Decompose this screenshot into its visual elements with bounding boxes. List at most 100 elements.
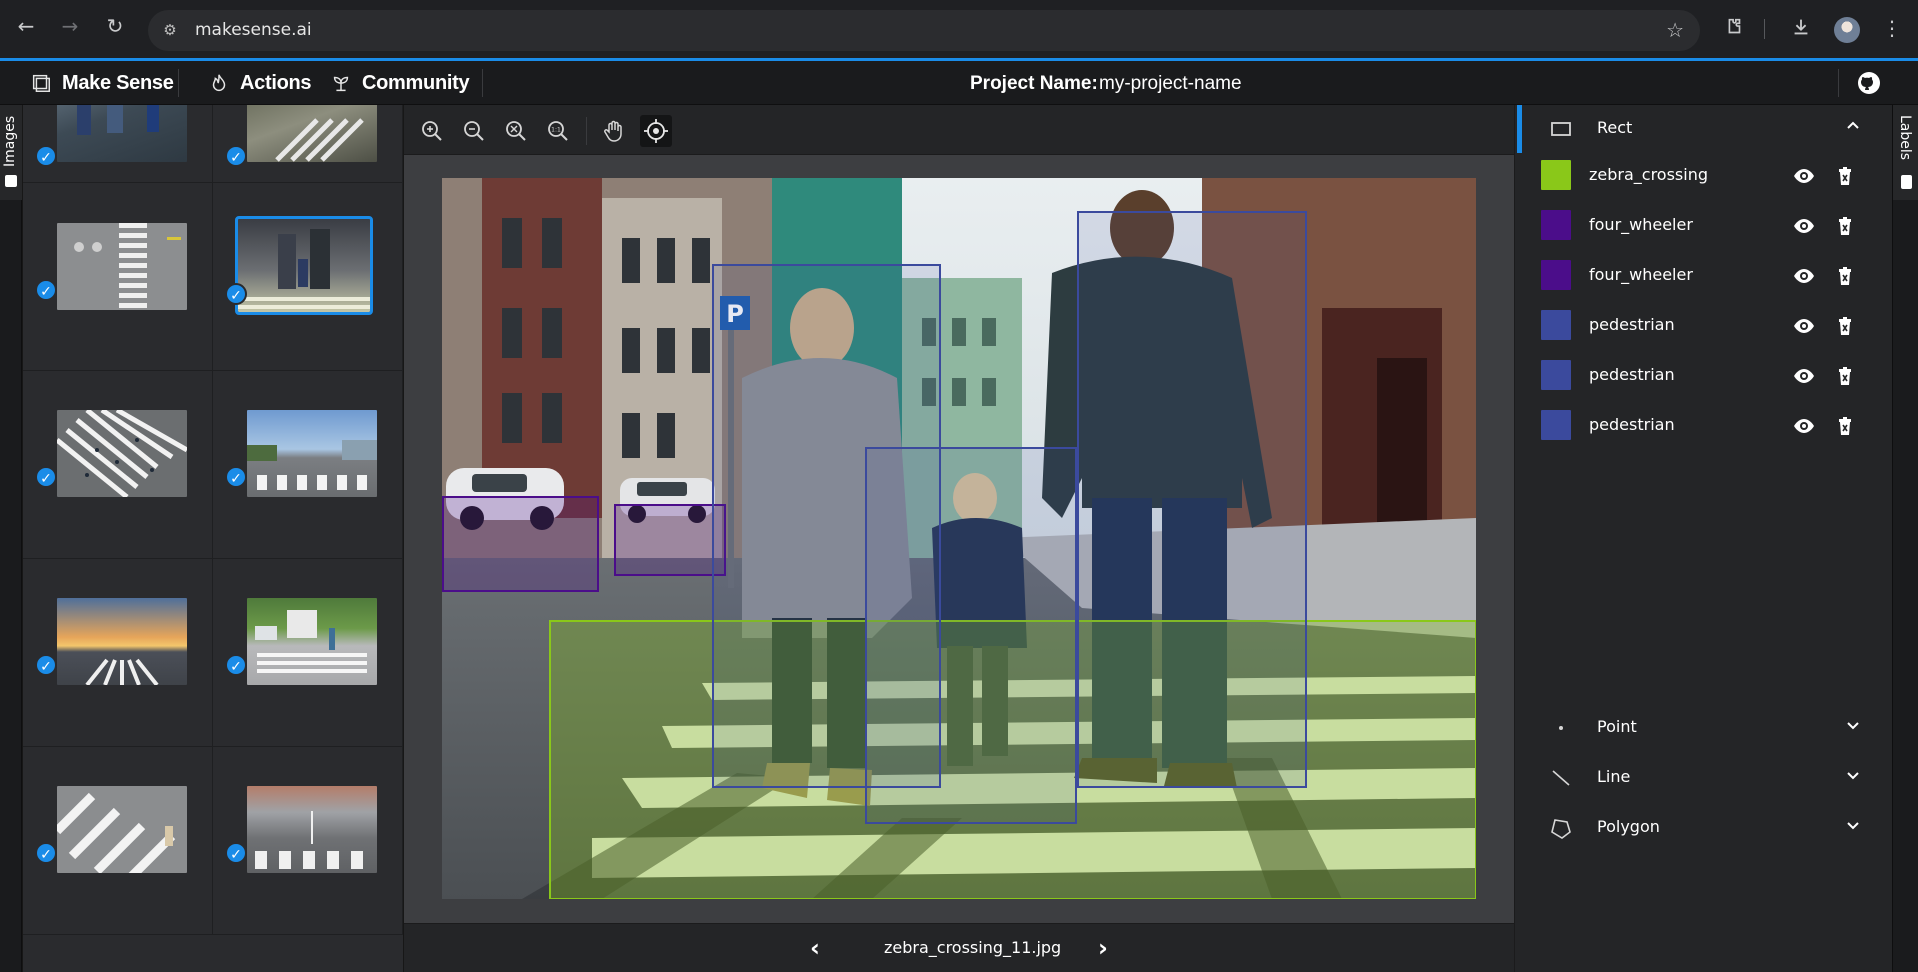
camera-icon	[5, 175, 17, 187]
thumbnail-image[interactable]	[247, 598, 377, 685]
thumbnail-cell[interactable]: ✓	[213, 747, 403, 935]
point-section-header[interactable]: Point	[1515, 704, 1893, 752]
extensions-icon[interactable]	[1722, 16, 1746, 40]
thumbnail-cell[interactable]: ✓	[23, 183, 213, 371]
delete-icon[interactable]	[1833, 414, 1857, 438]
thumbnail-cell[interactable]: ✓	[213, 183, 403, 371]
images-tab-label: Images	[2, 115, 18, 167]
zoom-in-icon[interactable]	[416, 115, 448, 147]
menu-actions[interactable]: Actions	[208, 69, 312, 97]
zoom-out-icon[interactable]	[458, 115, 490, 147]
label-row[interactable]: four_wheeler	[1515, 201, 1893, 251]
delete-icon[interactable]	[1833, 264, 1857, 288]
labels-side-tab: Labels	[1892, 105, 1918, 972]
thumbnail-image[interactable]	[57, 223, 187, 310]
github-icon[interactable]	[1857, 71, 1881, 95]
annotated-check-icon: ✓	[225, 145, 247, 167]
more-menu-icon[interactable]: ⋮	[1880, 16, 1904, 40]
eye-icon[interactable]	[1792, 414, 1816, 438]
bookmark-star-icon[interactable]: ☆	[1666, 18, 1684, 42]
label-row[interactable]: four_wheeler	[1515, 251, 1893, 301]
label-color-swatch[interactable]	[1541, 160, 1571, 190]
delete-icon[interactable]	[1833, 364, 1857, 388]
editor-toolbar: 1:1	[404, 105, 1514, 155]
reload-icon[interactable]: ↻	[103, 14, 127, 38]
delete-icon[interactable]	[1833, 314, 1857, 338]
menu-actions-label: Actions	[240, 71, 312, 94]
annotated-image[interactable]: P	[442, 178, 1476, 899]
zoom-actual-icon[interactable]: 1:1	[542, 115, 574, 147]
hand-icon[interactable]	[598, 115, 630, 147]
chevron-down-icon[interactable]	[1841, 716, 1865, 740]
brand-title: Make Sense	[62, 71, 174, 94]
chevron-down-icon[interactable]	[1841, 766, 1865, 790]
forward-icon[interactable]: →	[58, 14, 82, 38]
address-bar[interactable]: ⚙ makesense.ai ☆	[148, 10, 1700, 51]
images-tab[interactable]: Images	[0, 105, 22, 200]
thumbnail-cell[interactable]: ✓	[213, 559, 403, 747]
thumbnail-cell[interactable]: ✓	[23, 747, 213, 935]
thumbnail-image[interactable]	[57, 105, 187, 162]
bbox-pedestrian-3	[1077, 211, 1307, 788]
brand-logo-button[interactable]: Make Sense	[30, 69, 174, 97]
rectangle-icon	[1549, 117, 1573, 141]
delete-icon[interactable]	[1833, 164, 1857, 188]
polygon-section-header[interactable]: Polygon	[1515, 804, 1893, 852]
eye-icon[interactable]	[1792, 164, 1816, 188]
label-row[interactable]: pedestrian	[1515, 351, 1893, 401]
thumbnail-image-selected[interactable]	[235, 216, 373, 315]
project-name-input[interactable]: my-project-name	[1099, 73, 1242, 95]
site-settings-icon[interactable]: ⚙	[160, 20, 180, 40]
line-icon	[1549, 766, 1573, 790]
label-color-swatch[interactable]	[1541, 360, 1571, 390]
profile-avatar[interactable]	[1834, 17, 1860, 43]
chevron-down-icon[interactable]	[1841, 816, 1865, 840]
label-name: pedestrian	[1589, 365, 1675, 384]
thumbnail-cell[interactable]: ✓	[213, 371, 403, 559]
line-section-header[interactable]: Line	[1515, 754, 1893, 802]
thumbnail-image[interactable]	[57, 410, 187, 497]
thumbnail-image[interactable]	[247, 786, 377, 873]
thumbnail-image[interactable]	[57, 786, 187, 873]
thumbnail-cell[interactable]: ✓	[23, 105, 213, 183]
back-icon[interactable]: ←	[14, 14, 38, 38]
chevron-up-icon[interactable]	[1841, 117, 1865, 141]
label-row[interactable]: pedestrian	[1515, 401, 1893, 451]
label-name: zebra_crossing	[1589, 165, 1709, 184]
eye-icon[interactable]	[1792, 364, 1816, 388]
annotated-check-icon: ✓	[35, 842, 57, 864]
label-row[interactable]: pedestrian	[1515, 301, 1893, 351]
editor-canvas-area[interactable]: P	[404, 155, 1514, 923]
download-icon[interactable]	[1789, 16, 1813, 40]
rect-section-title: Rect	[1597, 118, 1633, 137]
eye-icon[interactable]	[1792, 264, 1816, 288]
next-image-button[interactable]: ›	[1091, 934, 1115, 962]
polygon-icon	[1549, 816, 1573, 840]
label-color-swatch[interactable]	[1541, 210, 1571, 240]
label-color-swatch[interactable]	[1541, 310, 1571, 340]
label-color-swatch[interactable]	[1541, 260, 1571, 290]
thumbnail-image[interactable]	[247, 410, 377, 497]
bbox-four-wheeler-2	[614, 504, 726, 576]
label-row[interactable]: zebra_crossing	[1515, 151, 1893, 201]
rect-section-header[interactable]: Rect	[1515, 105, 1893, 153]
zoom-fit-icon[interactable]	[500, 115, 532, 147]
polygon-section-title: Polygon	[1597, 817, 1660, 836]
eye-icon[interactable]	[1792, 214, 1816, 238]
thumbnail-cell[interactable]: ✓	[23, 559, 213, 747]
labels-tab[interactable]: Labels	[1893, 105, 1918, 200]
previous-image-button[interactable]: ‹	[803, 934, 827, 962]
label-color-swatch[interactable]	[1541, 410, 1571, 440]
eye-icon[interactable]	[1792, 314, 1816, 338]
delete-icon[interactable]	[1833, 214, 1857, 238]
thumbnail-cell[interactable]: ✓	[23, 371, 213, 559]
menu-community[interactable]: Community	[330, 69, 470, 97]
url-text: makesense.ai	[195, 20, 312, 40]
image-navigation-bar: ‹ zebra_crossing_11.jpg ›	[404, 923, 1514, 972]
label-name: four_wheeler	[1589, 265, 1693, 284]
crosshair-icon[interactable]	[640, 115, 672, 147]
thumbnail-image[interactable]	[57, 598, 187, 685]
thumbnail-image[interactable]	[247, 105, 377, 162]
thumbnail-cell[interactable]: ✓	[213, 105, 403, 183]
svg-text:1:1: 1:1	[551, 127, 561, 134]
